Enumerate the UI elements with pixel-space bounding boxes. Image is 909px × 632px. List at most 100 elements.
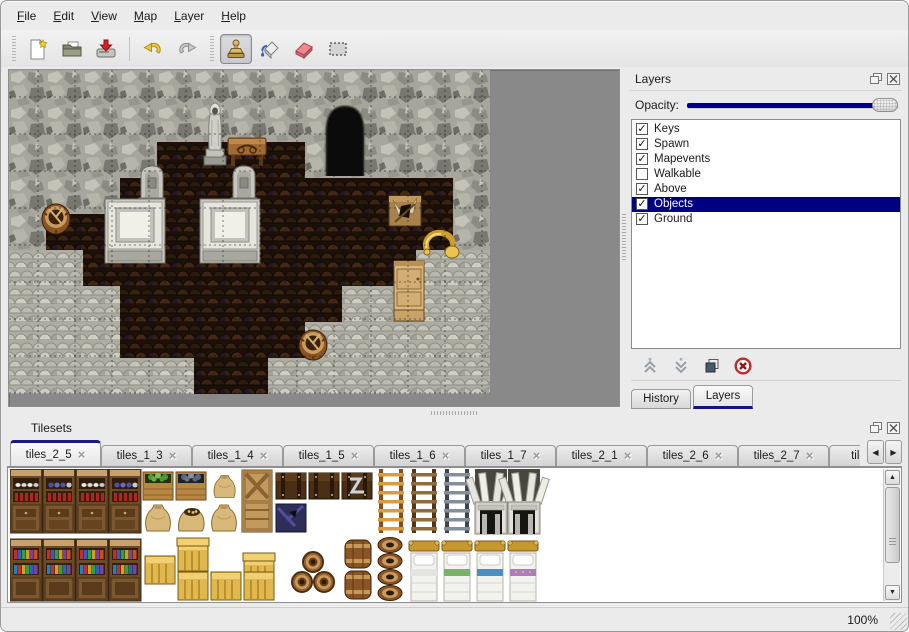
map-tile-rock-wall (453, 178, 490, 214)
map-tile-rock-wall (453, 106, 490, 142)
layer-checkbox[interactable]: ✓ (636, 153, 648, 165)
scroll-down-button[interactable]: ▼ (885, 585, 900, 600)
tab-close-icon[interactable]: × (78, 450, 86, 460)
close-panel-icon[interactable] (887, 422, 900, 434)
raise-layer-button[interactable] (641, 357, 659, 375)
menu-layer[interactable]: Layer (170, 9, 208, 30)
tab-close-icon[interactable]: × (260, 451, 268, 461)
tab-close-icon[interactable]: × (351, 451, 359, 461)
undo-button[interactable] (137, 34, 169, 64)
eraser-tool-button[interactable] (288, 34, 320, 64)
scroll-tabs-right-button[interactable]: ▶ (885, 440, 902, 464)
vertical-splitter[interactable] (620, 69, 628, 409)
opacity-slider-handle[interactable] (872, 98, 898, 112)
toolbar-grip[interactable] (10, 36, 17, 62)
tab-close-icon[interactable]: × (533, 451, 541, 461)
tileset-tab-tiles_1_5[interactable]: tiles_1_5× (283, 445, 374, 466)
select-tool-button[interactable] (322, 34, 354, 64)
stamp-tool-button[interactable] (220, 34, 252, 64)
opacity-slider-track[interactable] (687, 103, 898, 108)
layer-checkbox[interactable] (636, 168, 648, 180)
tab-close-icon[interactable]: × (442, 451, 450, 461)
map-canvas[interactable] (9, 70, 491, 395)
map-tile-rock-wall (9, 142, 46, 178)
duplicate-layer-button[interactable] (703, 357, 721, 375)
close-panel-icon[interactable] (887, 73, 900, 85)
layer-checkbox[interactable]: ✓ (636, 198, 648, 210)
float-panel-icon[interactable] (870, 73, 883, 85)
lower-layer-button[interactable] (672, 357, 690, 375)
eraser-icon (292, 37, 316, 61)
layer-checkbox[interactable]: ✓ (636, 183, 648, 195)
opacity-slider[interactable] (687, 97, 898, 113)
tab-close-icon[interactable]: × (715, 451, 723, 461)
tileset-tab-tiles_2_1[interactable]: tiles_2_1× (556, 445, 647, 466)
tileset-tab-tiles_1_4[interactable]: tiles_1_4× (192, 445, 283, 466)
menu-map[interactable]: Map (130, 9, 161, 30)
tileset-tab-tiles_1_6[interactable]: tiles_1_6× (374, 445, 465, 466)
map-tile-stone-floor (9, 250, 46, 286)
layer-row-objects[interactable]: ✓ Objects (632, 197, 900, 212)
tileset-tab-tiles_2_6[interactable]: tiles_2_6× (647, 445, 738, 466)
map-tile-stone-floor (453, 250, 490, 286)
tileset-tab-tiles_2_7[interactable]: tiles_2_7× (738, 445, 829, 466)
map-tile-dark-floor (305, 286, 342, 322)
menu-bar: File Edit View Map Layer Help (1, 1, 908, 30)
tab-close-icon[interactable]: × (169, 451, 177, 461)
layer-list[interactable]: ✓Keys✓Spawn✓MapeventsWalkable✓Above✓Obje… (631, 119, 901, 350)
open-file-button[interactable] (56, 34, 88, 64)
map-tile-dark-floor (157, 322, 194, 358)
layer-row-walkable[interactable]: Walkable (632, 167, 900, 182)
tileset-tab-tiles_2_5[interactable]: tiles_2_5× (10, 440, 101, 466)
layer-row-spawn[interactable]: ✓Spawn (632, 137, 900, 152)
map-tile-rock-wall (416, 70, 453, 106)
tileset-tab-tiles_1_7[interactable]: tiles_1_7× (465, 445, 556, 466)
layer-checkbox[interactable]: ✓ (636, 123, 648, 135)
scrollbar-thumb[interactable] (885, 487, 900, 563)
save-file-button[interactable] (90, 34, 122, 64)
plinth-sprite (200, 199, 260, 263)
delete-layer-button[interactable] (734, 357, 752, 375)
redo-arrow-icon (175, 37, 199, 61)
map-tile-rock-wall (9, 106, 46, 142)
horizontal-splitter[interactable] (1, 409, 908, 417)
paint-bucket-icon (258, 37, 282, 61)
layer-row-mapevents[interactable]: ✓Mapevents (632, 152, 900, 167)
tileset-tab-tiles_1_3[interactable]: tiles_1_3× (101, 445, 192, 466)
scroll-tabs-left-button[interactable]: ◀ (867, 440, 884, 464)
new-file-button[interactable] (22, 34, 54, 64)
tilesets-panel-titlebar: Tilesets (7, 417, 902, 439)
layer-row-ground[interactable]: ✓Ground (632, 212, 900, 227)
map-tile-rock-wall (453, 142, 490, 178)
map-tile-dark-floor (231, 322, 268, 358)
layer-row-keys[interactable]: ✓Keys (632, 122, 900, 137)
float-panel-icon[interactable] (870, 422, 883, 434)
splitter-grip[interactable] (622, 214, 626, 260)
layer-checkbox[interactable]: ✓ (636, 138, 648, 150)
tileset-canvas[interactable] (10, 469, 882, 602)
tab-close-icon[interactable]: × (624, 451, 632, 461)
app-window: File Edit View Map Layer Help (0, 0, 909, 632)
map-viewport[interactable] (8, 69, 620, 407)
menu-help[interactable]: Help (217, 9, 250, 30)
menu-edit[interactable]: Edit (49, 9, 78, 30)
layer-label: Objects (654, 198, 693, 210)
toolbar-separator (129, 37, 130, 61)
layer-row-above[interactable]: ✓Above (632, 182, 900, 197)
menu-file[interactable]: File (13, 9, 40, 30)
layer-checkbox[interactable]: ✓ (636, 213, 648, 225)
menu-view[interactable]: View (87, 9, 121, 30)
tileset-view[interactable]: ▲ ▼ (7, 467, 902, 603)
scroll-up-button[interactable]: ▲ (885, 470, 900, 485)
redo-button[interactable] (171, 34, 203, 64)
tileset-tab-bar: tiles_2_5×tiles_1_3×tiles_1_4×tiles_1_5×… (7, 439, 902, 467)
dock-tab-history[interactable]: History (631, 389, 691, 409)
dock-tab-layers[interactable]: Layers (693, 385, 753, 409)
toolbar-grip[interactable] (208, 36, 215, 62)
tileset-scrollbar[interactable]: ▲ ▼ (883, 469, 900, 601)
fill-tool-button[interactable] (254, 34, 286, 64)
window-resize-grip[interactable] (890, 613, 907, 630)
tab-close-icon[interactable]: × (806, 451, 814, 461)
splitter-grip[interactable] (431, 411, 477, 415)
tileset-tab-tiles_2[interactable]: tiles_2× (829, 445, 860, 466)
